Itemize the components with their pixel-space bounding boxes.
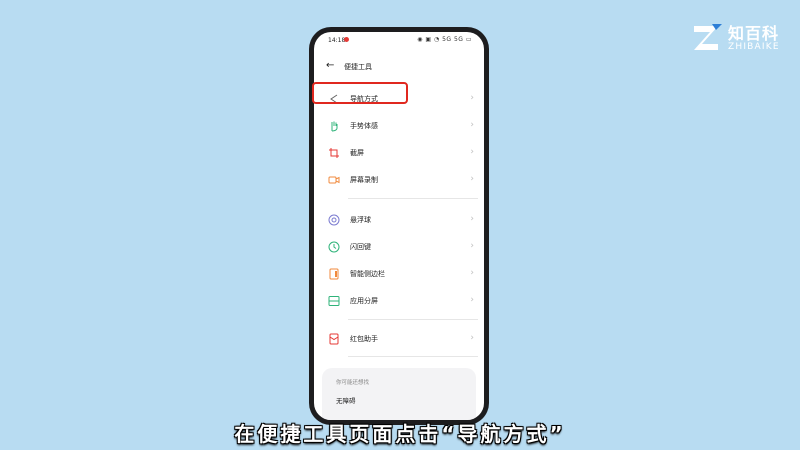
crop-icon: [329, 148, 339, 158]
suggestion-card: 你可能还想找 无障碍: [322, 368, 476, 420]
settings-item-split-screen[interactable]: 应用分屏 ›: [314, 288, 484, 314]
section-divider: [348, 198, 478, 199]
section-divider: [348, 356, 478, 357]
video-caption: 在便捷工具页面点击“导航方式”: [234, 422, 566, 446]
chevron-right-icon: ›: [470, 241, 474, 251]
highlight-box: [312, 82, 408, 104]
chevron-right-icon: ›: [470, 120, 474, 130]
settings-item-label: 截屏: [350, 149, 364, 157]
smart-sidebar-icon: [329, 268, 339, 280]
settings-item-flashback[interactable]: 闪回键 ›: [314, 234, 484, 260]
status-indicators: ◉ ▣ ◔ 5G 5G ▭: [417, 36, 472, 43]
hand-gesture-icon: [331, 121, 338, 132]
back-arrow-icon[interactable]: ←: [326, 60, 334, 71]
page-title: 便捷工具: [344, 63, 372, 71]
settings-item-smart-sidebar[interactable]: 智能侧边栏 ›: [314, 261, 484, 287]
zhibaike-logo: 知百科 ZHIBAIKE: [690, 18, 790, 62]
chevron-right-icon: ›: [470, 174, 474, 184]
floating-ball-icon: [328, 214, 340, 226]
settings-item-gestures[interactable]: 手势体感 ›: [314, 113, 484, 139]
logo-chinese-text: 知百科: [728, 24, 780, 43]
status-bar: 14:18 ◉ ▣ ◔ 5G 5G ▭: [314, 32, 484, 48]
settings-item-red-envelope[interactable]: 红包助手 ›: [314, 326, 484, 352]
settings-item-label: 屏幕录制: [350, 176, 378, 184]
chevron-right-icon: ›: [470, 268, 474, 278]
suggestion-link-accessibility[interactable]: 无障碍: [336, 395, 356, 405]
chevron-right-icon: ›: [470, 93, 474, 103]
settings-item-label: 应用分屏: [350, 297, 378, 305]
settings-item-label: 智能侧边栏: [350, 270, 385, 278]
flashback-icon: [328, 241, 340, 253]
recording-indicator-icon: [344, 37, 349, 42]
page-header: ← 便捷工具: [314, 60, 484, 76]
settings-item-label: 红包助手: [350, 335, 378, 343]
logo-english-text: ZHIBAIKE: [728, 42, 780, 52]
chevron-right-icon: ›: [470, 147, 474, 157]
suggestion-subtitle: 你可能还想找: [336, 380, 370, 386]
settings-item-label: 闪回键: [350, 243, 371, 251]
status-time: 14:18: [328, 37, 346, 44]
split-screen-icon: [328, 296, 340, 306]
zhibaike-logo-icon: [694, 24, 722, 50]
settings-item-screenshot[interactable]: 截屏 ›: [314, 140, 484, 166]
settings-item-label: 手势体感: [350, 122, 378, 130]
chevron-right-icon: ›: [470, 214, 474, 224]
red-envelope-icon: [329, 333, 339, 345]
settings-item-label: 悬浮球: [350, 216, 371, 224]
chevron-right-icon: ›: [470, 333, 474, 343]
chevron-right-icon: ›: [470, 295, 474, 305]
screen-record-icon: [328, 176, 340, 184]
section-divider: [348, 319, 478, 320]
settings-item-floating-ball[interactable]: 悬浮球 ›: [314, 207, 484, 233]
settings-item-screen-recording[interactable]: 屏幕录制 ›: [314, 167, 484, 193]
